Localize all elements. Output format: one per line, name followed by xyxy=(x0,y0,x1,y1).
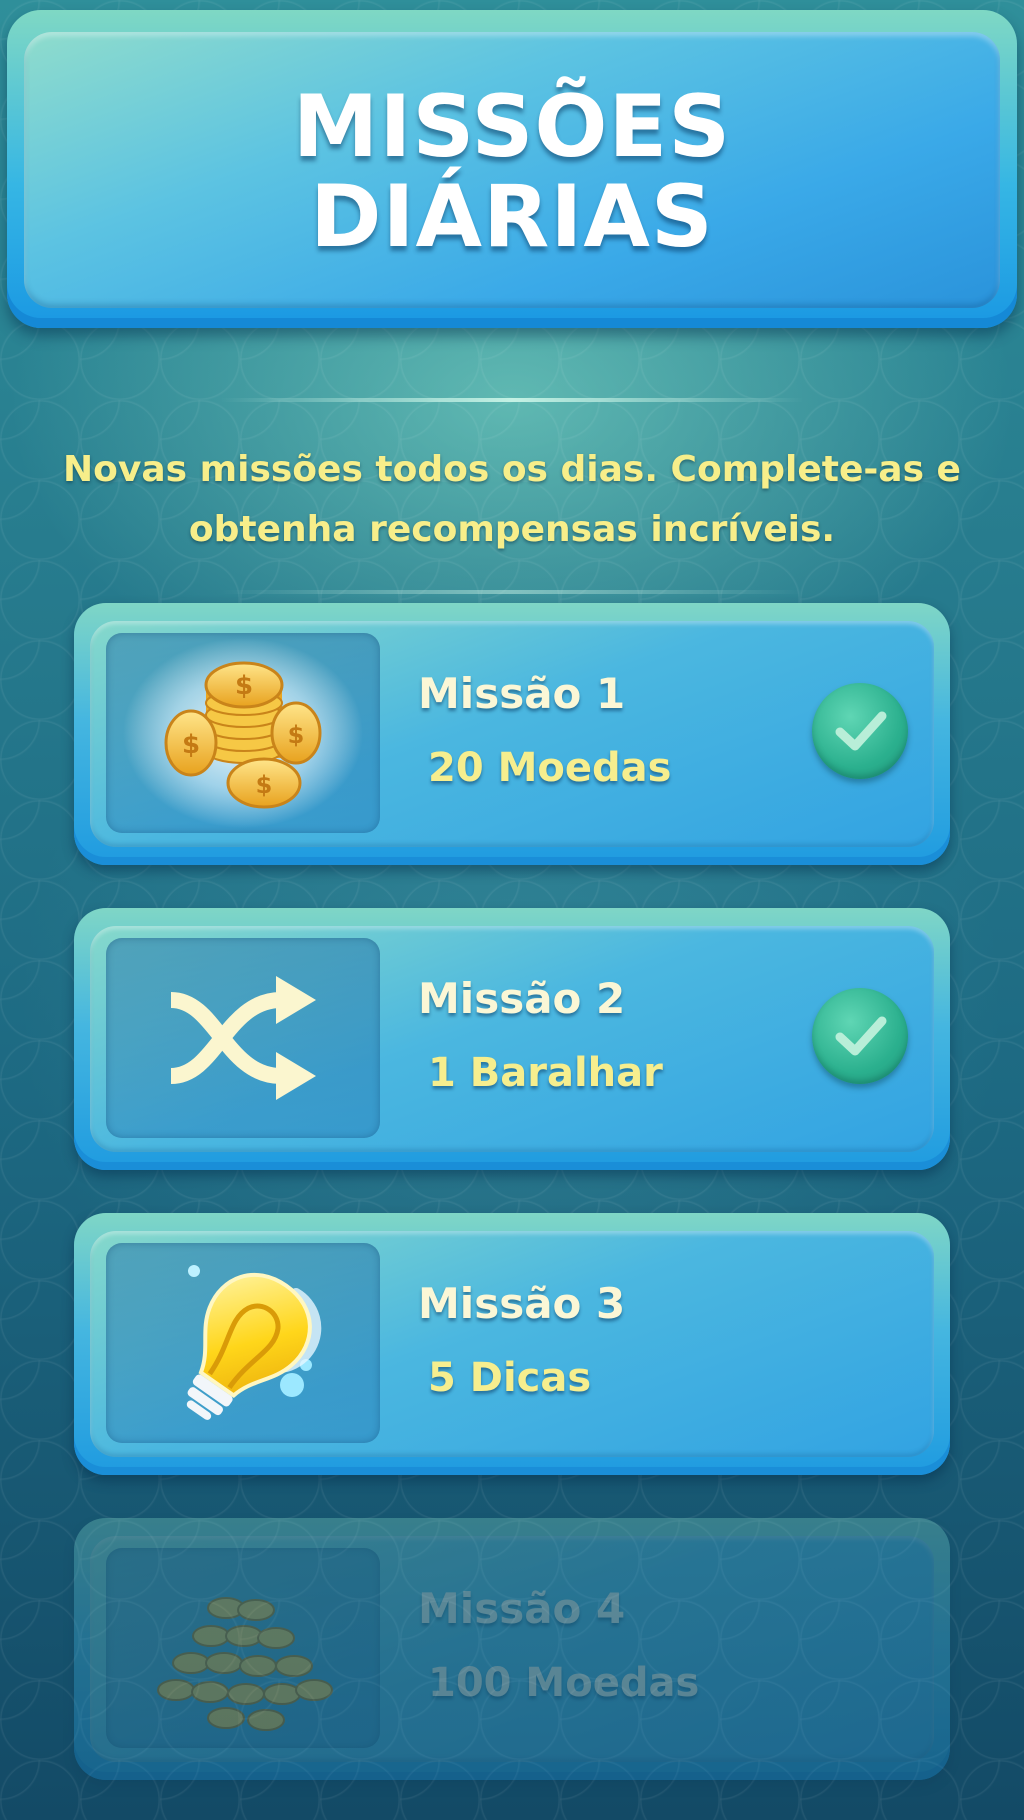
subtitle: Novas missões todos os dias. Complete-as… xyxy=(40,440,984,560)
svg-text:$: $ xyxy=(182,730,200,760)
mission-reward: 5 Dicas xyxy=(428,1355,592,1401)
mission-icon-box xyxy=(106,938,380,1138)
page-title-line-1: MISSÕES xyxy=(292,77,732,177)
coins-icon: $ $ $ $ xyxy=(123,638,363,828)
svg-text:$: $ xyxy=(235,671,253,701)
mission-card-3[interactable]: Missão 3 5 Dicas xyxy=(74,1213,950,1475)
svg-text:$: $ xyxy=(256,771,273,799)
mission-name: Missão 1 xyxy=(418,669,626,718)
mission-card-1[interactable]: $ $ $ $ Missão 1 20 Moedas xyxy=(74,603,950,865)
mission-icon-box xyxy=(106,1548,380,1748)
mission-reward: 100 Moedas xyxy=(428,1660,700,1706)
check-icon xyxy=(812,683,908,779)
mission-name: Missão 4 xyxy=(418,1584,626,1633)
mission-card-4: Missão 4 100 Moedas xyxy=(74,1518,950,1780)
header-banner: MISSÕES DIÁRIAS xyxy=(7,10,1017,328)
lightbulb-icon xyxy=(186,1265,322,1420)
subtitle-line-1: Novas missões todos os dias. Complete-as… xyxy=(63,449,961,490)
mission-icon-box xyxy=(106,1243,380,1443)
divider-bottom xyxy=(220,590,804,594)
subtitle-line-2: obtenha recompensas incríveis. xyxy=(188,509,836,550)
mission-reward: 1 Baralhar xyxy=(428,1050,663,1096)
mission-icon-box: $ $ $ $ xyxy=(106,633,380,833)
coin-pile-icon xyxy=(157,1597,333,1731)
page-title: MISSÕES DIÁRIAS xyxy=(7,82,1017,262)
mission-name: Missão 3 xyxy=(418,1279,626,1328)
shuffle-icon xyxy=(170,976,316,1100)
check-icon xyxy=(812,988,908,1084)
svg-text:$: $ xyxy=(288,721,305,749)
mission-name: Missão 2 xyxy=(418,974,626,1023)
mission-card-2[interactable]: Missão 2 1 Baralhar xyxy=(74,908,950,1170)
page-title-line-2: DIÁRIAS xyxy=(310,167,714,267)
divider-top xyxy=(220,398,804,402)
mission-reward: 20 Moedas xyxy=(428,745,672,791)
